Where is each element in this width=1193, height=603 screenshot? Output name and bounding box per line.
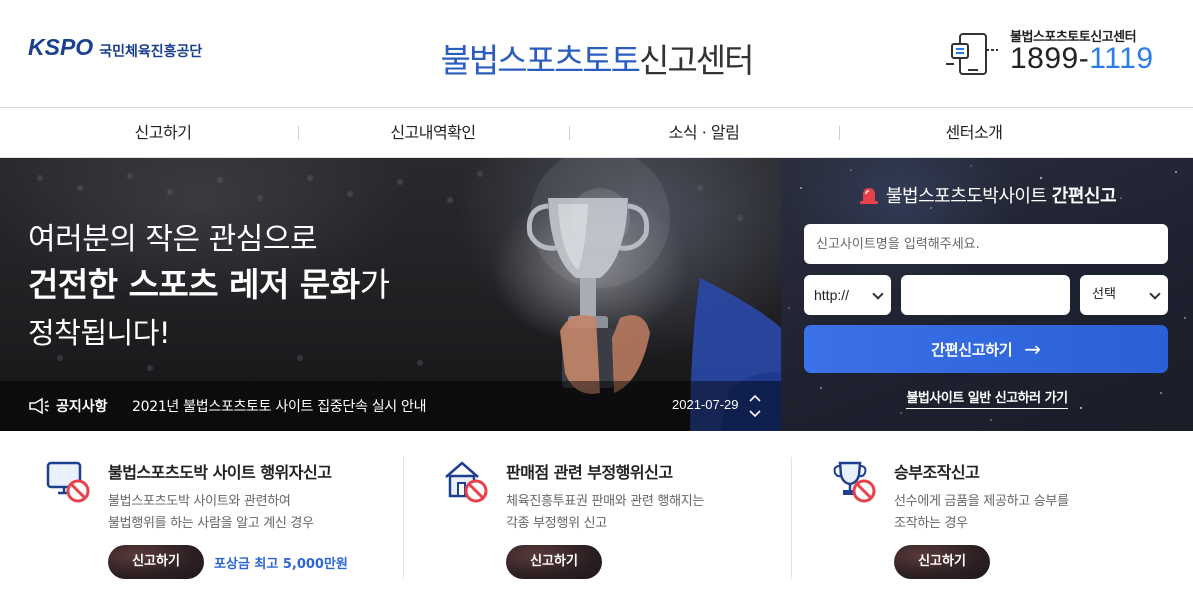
nav-item-report[interactable]: 신고하기 bbox=[48, 108, 278, 158]
card-description: 선수에게 금품을 제공하고 승부를 조작하는 경우 bbox=[894, 491, 1069, 535]
notice-date: 2021-07-29 bbox=[672, 397, 739, 412]
site-title-highlight: 불법스포츠토토 bbox=[440, 41, 642, 80]
quick-report-title-normal: 불법스포츠도박사이트 bbox=[885, 186, 1052, 207]
domain-select-value: 선택 bbox=[1092, 287, 1116, 302]
card-description-line: 각종 부정행위 신고 bbox=[506, 516, 607, 531]
quick-report-submit-label: 간편신고하기 bbox=[931, 341, 1013, 359]
notice-bar: 공지사항 2021년 불법스포츠토토 사이트 집중단속 실시 안내 2021-0… bbox=[0, 381, 781, 431]
call-number[interactable]: 1899-1119 bbox=[1010, 42, 1154, 76]
hero-headline-line3: 정착됩니다! bbox=[28, 316, 171, 350]
nav-divider bbox=[569, 126, 570, 140]
hero-banner: 여러분의 작은 관심으로 건전한 스포츠 레저 문화가 정착됩니다! 공지사항 … bbox=[0, 158, 781, 431]
report-card-store-misconduct: 판매점 관련 부정행위신고 체육진흥투표권 판매와 관련 행해지는 각종 부정행… bbox=[444, 431, 784, 603]
chevron-down-icon bbox=[1149, 288, 1161, 300]
general-report-link[interactable]: 불법사이트 일반 신고하러 가기 bbox=[781, 387, 1193, 409]
notice-label[interactable]: 공지사항 bbox=[56, 396, 108, 416]
card-divider bbox=[403, 457, 404, 579]
trophy-prohibited-icon bbox=[833, 461, 876, 503]
protocol-select[interactable]: http:// bbox=[804, 275, 891, 315]
phone-document-icon bbox=[946, 33, 998, 75]
card-divider bbox=[791, 457, 792, 579]
site-header: KSPO 국민체육진흥공단 불법스포츠토토신고센터 불법스포츠토토신고센터 18… bbox=[0, 0, 1193, 108]
call-number-prefix: 1899- bbox=[1010, 42, 1090, 75]
card-description-line: 선수에게 금품을 제공하고 승부를 bbox=[894, 494, 1069, 509]
hero-headline-bold: 건전한 스포츠 레저 문화 bbox=[28, 265, 360, 304]
protocol-select-value: http:// bbox=[814, 287, 850, 303]
hero-headline-line2: 건전한 스포츠 레저 문화가 bbox=[28, 258, 390, 306]
notice-scroll-arrows-icon[interactable] bbox=[748, 391, 762, 421]
nav-item-news[interactable]: 소식 · 알림 bbox=[589, 108, 819, 158]
report-button[interactable]: 신고하기 bbox=[108, 545, 204, 579]
card-title: 불법스포츠도박 사이트 행위자신고 bbox=[108, 463, 332, 482]
card-description-line: 체육진흥투표권 판매와 관련 행해지는 bbox=[506, 494, 705, 509]
nav-divider bbox=[839, 126, 840, 140]
card-description-line: 조작하는 경우 bbox=[894, 516, 968, 531]
site-name-input[interactable] bbox=[804, 224, 1168, 264]
siren-icon bbox=[859, 188, 878, 204]
card-description: 체육진흥투표권 판매와 관련 행해지는 각종 부정행위 신고 bbox=[506, 491, 704, 535]
nav-item-report-history[interactable]: 신고내역확인 bbox=[318, 108, 548, 158]
card-description-line: 불법행위를 하는 사람을 알고 계신 경우 bbox=[108, 516, 314, 531]
main-nav: 신고하기 신고내역확인 소식 · 알림 센터소개 bbox=[0, 108, 1193, 158]
nav-divider bbox=[298, 126, 299, 140]
chevron-down-icon bbox=[872, 288, 884, 300]
card-description-line: 불법스포츠도박 사이트와 관련하여 bbox=[108, 494, 291, 509]
domain-select[interactable]: 선택 bbox=[1080, 275, 1168, 315]
nav-item-about[interactable]: 센터소개 bbox=[859, 108, 1089, 158]
report-button[interactable]: 신고하기 bbox=[506, 545, 602, 579]
store-prohibited-icon bbox=[445, 461, 488, 503]
notice-headline-link[interactable]: 2021년 불법스포츠토토 사이트 집중단속 실시 안내 bbox=[132, 396, 427, 416]
quick-report-title: 불법스포츠도박사이트 간편신고 bbox=[781, 182, 1193, 208]
quick-report-submit-button[interactable]: 간편신고하기 → bbox=[804, 325, 1168, 373]
site-url-input[interactable] bbox=[901, 275, 1070, 315]
card-description: 불법스포츠도박 사이트와 관련하여 불법행위를 하는 사람을 알고 계신 경우 bbox=[108, 491, 314, 535]
report-type-cards: 불법스포츠도박 사이트 행위자신고 불법스포츠도박 사이트와 관련하여 불법행위… bbox=[0, 431, 1193, 603]
quick-report-panel: 불법스포츠도박사이트 간편신고 http:// 선택 간편신고하기 → 불법사이트… bbox=[781, 158, 1193, 431]
report-card-betting-site: 불법스포츠도박 사이트 행위자신고 불법스포츠도박 사이트와 관련하여 불법행위… bbox=[46, 431, 396, 603]
call-number-suffix: 1119 bbox=[1089, 42, 1154, 75]
site-title-rest: 신고센터 bbox=[639, 41, 754, 80]
monitor-prohibited-icon bbox=[46, 461, 90, 503]
report-button[interactable]: 신고하기 bbox=[894, 545, 990, 579]
hero-headline-line1: 여러분의 작은 관심으로 bbox=[28, 222, 318, 257]
report-card-match-fixing: 승부조작신고 선수에게 금품을 제공하고 승부를 조작하는 경우 신고하기 bbox=[832, 431, 1172, 603]
arrow-right-icon: → bbox=[1024, 337, 1041, 361]
hero-headline-tail: 가 bbox=[359, 265, 390, 304]
reward-text: 포상금 최고 5,000만원 bbox=[214, 557, 348, 572]
megaphone-icon bbox=[29, 397, 49, 415]
card-title: 판매점 관련 부정행위신고 bbox=[506, 463, 673, 482]
general-report-link-label: 불법사이트 일반 신고하러 가기 bbox=[906, 391, 1068, 409]
card-title: 승부조작신고 bbox=[894, 463, 980, 482]
quick-report-title-bold: 간편신고 bbox=[1051, 186, 1117, 207]
